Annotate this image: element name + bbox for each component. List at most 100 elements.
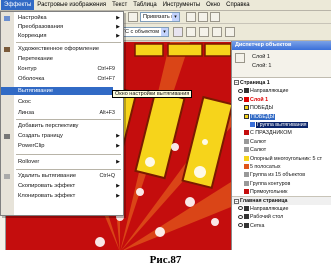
group-icon — [244, 147, 249, 153]
layer-icon — [244, 205, 249, 211]
tree-node[interactable]: Рабочий стол — [232, 213, 331, 221]
object-tree: − Страница 1 Направляющие Слой 1 ПОБЕДЫ П… — [232, 78, 331, 230]
tree-node[interactable]: Направляющие — [232, 87, 331, 95]
menu-effects[interactable]: Эффекты — [1, 0, 35, 10]
tree-node-master-page[interactable]: − Главная страница — [232, 196, 331, 205]
brush-icon — [4, 46, 10, 52]
eye-icon[interactable] — [238, 206, 243, 211]
menu-text[interactable]: Текст — [109, 0, 130, 10]
layers-icon[interactable] — [235, 53, 245, 63]
object-manager-docker: Диспетчер объектов Слой 1 Слой: 1 − Стран… — [231, 41, 331, 250]
tree-node[interactable]: Группа контуров — [232, 180, 331, 188]
tree-node[interactable]: Сетка — [232, 222, 331, 230]
submenu-arrow-icon: ▶ — [116, 133, 120, 139]
menu-separator — [16, 154, 121, 155]
layer-info-label: Слой: 1 — [252, 63, 272, 69]
menu-item-clone-effect[interactable]: Клонировать эффект ▶ — [1, 192, 123, 200]
menu-item-correction[interactable]: Коррекция ▶ — [1, 32, 123, 40]
tree-node[interactable]: 5 полосатых — [232, 163, 331, 171]
toolbar-button[interactable] — [210, 12, 220, 22]
eye-icon[interactable] — [238, 88, 243, 93]
layer-icon — [244, 214, 249, 220]
layer-icon — [244, 222, 249, 228]
menu-window[interactable]: Окно — [203, 0, 223, 10]
menu-item-powerclip[interactable]: PowerClip ▶ — [1, 142, 123, 150]
menu-item-transform[interactable]: Преобразования ▶ — [1, 23, 123, 31]
group-icon — [244, 172, 249, 178]
extrude-group-icon — [250, 122, 255, 128]
submenu-arrow-icon: ▶ — [116, 15, 120, 21]
tree-node[interactable]: Прямоугольник — [232, 188, 331, 196]
effects-dropdown-menu: Настройка ▶ Преобразования ▶ Коррекция ▶ Ху… — [0, 11, 124, 216]
toolbar-button[interactable] — [128, 12, 138, 22]
tree-node[interactable]: Салют — [232, 146, 331, 154]
color-button[interactable] — [212, 27, 222, 37]
menu-separator — [16, 169, 121, 170]
boundary-icon — [4, 133, 10, 139]
menu-item-contour[interactable]: Контур Ctrl+F9 — [1, 65, 123, 73]
menu-tooltip: Окно настройки вытягивания — [112, 90, 193, 98]
menu-tools[interactable]: Инструменты — [160, 0, 203, 10]
eye-icon[interactable] — [238, 223, 243, 228]
menu-item-clear-extrude[interactable]: Удалить вытягивание Ctrl+Q — [1, 172, 123, 180]
toolbar-button[interactable] — [198, 12, 208, 22]
tree-node[interactable]: С ПРАЗДНИКОМ — [232, 129, 331, 137]
menu-item-copy-effect[interactable]: Скопировать эффект ▶ — [1, 182, 123, 190]
menu-item-adjust[interactable]: Настройка ▶ — [1, 14, 123, 22]
object-manager-title: Диспетчер объектов — [232, 41, 331, 50]
collapse-icon[interactable]: − — [234, 80, 239, 86]
submenu-arrow-icon: ▶ — [116, 159, 120, 165]
tree-node[interactable]: ПОБЕДЫ — [232, 104, 331, 112]
toolbar-button[interactable] — [186, 12, 196, 22]
menu-separator — [16, 119, 121, 120]
menu-bitmaps[interactable]: Растровые изображения — [34, 0, 109, 10]
group-icon — [244, 164, 249, 169]
group-icon — [244, 180, 249, 186]
star-icon — [244, 155, 249, 161]
collapse-icon[interactable]: − — [234, 198, 239, 204]
eye-icon[interactable] — [238, 214, 243, 219]
menu-separator — [16, 42, 121, 43]
menu-item-create-boundary[interactable]: Создать границу ▶ — [1, 132, 123, 140]
menu-item-extrude[interactable]: Вытягивание — [1, 87, 113, 96]
vanishing-point-button[interactable] — [186, 27, 196, 37]
menu-table[interactable]: Таблица — [130, 0, 160, 10]
tree-node[interactable]: Группа из 15 объектов — [232, 171, 331, 179]
adjust-icon — [4, 15, 10, 21]
figure-caption: Рис.87 — [149, 254, 182, 266]
rotation-button[interactable] — [199, 27, 209, 37]
layer-icon — [244, 88, 249, 94]
current-layer-label: Слой 1 — [252, 54, 270, 60]
tree-node[interactable]: Направляющие — [232, 205, 331, 213]
menu-bar: Эффекты Растровые изображения Текст Табл… — [0, 0, 331, 11]
layer-icon — [244, 96, 249, 102]
menu-item-envelope[interactable]: Оболочка Ctrl+F7 — [1, 75, 123, 83]
menu-item-rollover[interactable]: Rollover ▶ — [1, 158, 123, 166]
tree-node[interactable]: Салют — [232, 138, 331, 146]
menu-item-blend[interactable]: Перетекание — [1, 55, 123, 63]
screenshot: Эффекты Растровые изображения Текст Табл… — [0, 0, 331, 250]
menu-help[interactable]: Справка — [223, 0, 253, 10]
snap-combo-label: Привязать к — [143, 14, 174, 20]
tree-node-selected[interactable]: ПОБЕДЫ — [232, 113, 331, 121]
menu-item-artistic-media[interactable]: Художественное оформление — [1, 45, 123, 53]
extrude-type-button[interactable] — [173, 27, 183, 37]
chevron-down-icon: ▾ — [172, 13, 179, 21]
tree-node[interactable]: Опорный многоугольник: 5 ст — [232, 155, 331, 163]
object-manager-header: Слой 1 Слой: 1 — [232, 50, 331, 78]
tree-node[interactable]: Слой 1 — [232, 96, 331, 104]
eye-icon[interactable] — [238, 97, 243, 102]
text-object-icon — [244, 130, 249, 136]
menu-item-lens[interactable]: Линза Alt+F3 — [1, 109, 123, 117]
tree-node-page[interactable]: − Страница 1 — [232, 79, 331, 87]
menu-item-bevel[interactable]: Скос — [1, 98, 123, 106]
menu-item-add-perspective[interactable]: Добавить перспективу — [1, 122, 123, 130]
submenu-arrow-icon: ▶ — [116, 143, 120, 149]
text-object-icon — [244, 113, 249, 119]
tree-node-selected[interactable]: Группа вытягивания — [232, 121, 331, 129]
submenu-arrow-icon: ▶ — [116, 193, 120, 199]
bevel-button[interactable] — [225, 27, 235, 37]
text-object-icon — [244, 105, 249, 111]
submenu-arrow-icon: ▶ — [116, 33, 120, 39]
snap-combo[interactable]: Привязать к ▾ — [140, 12, 180, 22]
